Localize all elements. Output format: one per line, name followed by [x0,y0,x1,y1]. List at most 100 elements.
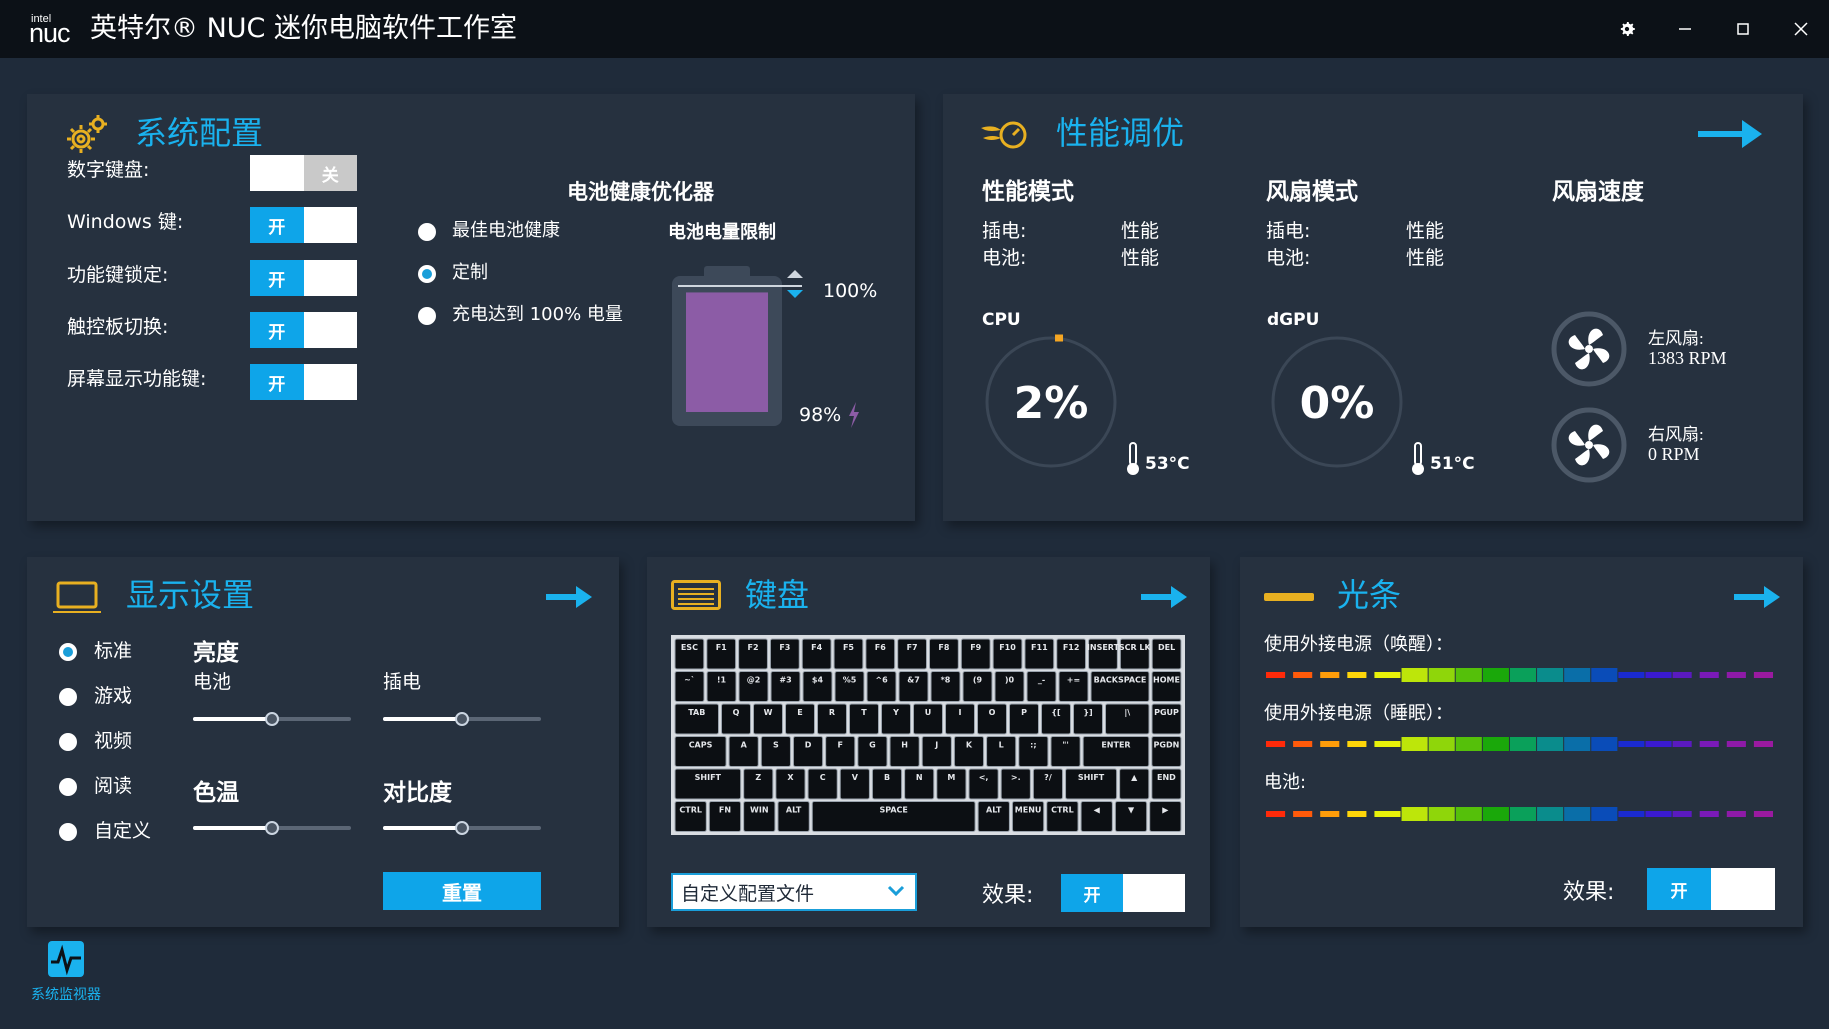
lightbar-segment[interactable] [1753,741,1773,747]
battery-limit-value: 100% [823,280,878,302]
minimize-button[interactable] [1670,14,1700,44]
key-label: += [1067,676,1080,685]
sys-row-toggle-3[interactable]: 开 [250,312,357,348]
maximize-button[interactable] [1728,14,1758,44]
slider-thumb[interactable] [455,712,469,726]
sys-row-toggle-4[interactable]: 开 [250,364,357,400]
close-button[interactable] [1786,14,1816,44]
profile-dropdown[interactable]: 自定义配置文件 [671,873,917,911]
sys-row-toggle-1[interactable]: 开 [250,207,357,243]
lightbar-segment[interactable] [1347,741,1367,747]
display-mode-radio-3[interactable] [59,778,77,796]
lightbar-segment[interactable] [1266,672,1286,678]
display-mode-radio-0[interactable] [59,643,77,661]
lightbar-segment[interactable] [1645,811,1672,817]
lightbar-segment[interactable] [1537,668,1564,682]
lightbar-segment[interactable] [1266,741,1286,747]
lightbar-segment[interactable] [1374,741,1401,747]
lightbar-segment[interactable] [1455,668,1482,682]
lightbar-segment[interactable] [1293,811,1313,817]
lightbar-segment[interactable] [1293,741,1313,747]
lightbar-segment[interactable] [1618,741,1645,747]
lightbar-effect-toggle[interactable]: 开 [1647,868,1775,910]
lightbar-segment[interactable] [1591,737,1618,751]
brightness-battery-slider[interactable] [193,712,351,726]
lightbar-segment[interactable] [1482,807,1509,821]
sys-row-toggle-2[interactable]: 开 [250,260,357,296]
slider-thumb[interactable] [455,821,469,835]
lightbar-segment[interactable] [1726,672,1746,678]
lightbar-segment[interactable] [1726,741,1746,747]
slider-thumb[interactable] [265,712,279,726]
lightbar-segment[interactable] [1753,672,1773,678]
lightbar-segment[interactable] [1401,807,1428,821]
lightbar-segment[interactable] [1509,807,1537,821]
lightbar-segment[interactable] [1645,741,1672,747]
lightbar-segment[interactable] [1482,737,1509,751]
lightbar-strip-sleep[interactable] [1264,737,1779,751]
key-label: :; [1030,741,1036,750]
lightbar-segment[interactable] [1320,672,1340,678]
lightbar-segment[interactable] [1482,668,1509,682]
battery-option-radio-1[interactable] [418,265,436,283]
lightbar-segment[interactable] [1618,811,1645,817]
lightbar-segment[interactable] [1699,741,1719,747]
display-mode-radio-4[interactable] [59,823,77,841]
battery-option-label-1: 定制 [452,262,488,283]
lightbar-segment[interactable] [1428,737,1455,751]
lightbar-segment[interactable] [1564,737,1591,751]
lightbar-segment[interactable] [1509,737,1537,751]
keyboard-effect-toggle[interactable]: 开 [1061,874,1185,912]
lightbar-strip-wake[interactable] [1264,668,1779,682]
lightbar-segment[interactable] [1537,807,1564,821]
lightbar-segment[interactable] [1374,811,1401,817]
lightbar-segment[interactable] [1699,811,1719,817]
display-mode-radio-1[interactable] [59,688,77,706]
lightbar-segment[interactable] [1320,741,1340,747]
battery-option-radio-2[interactable] [418,307,436,325]
lightbar-segment[interactable] [1401,668,1428,682]
system-monitor-button[interactable]: 系统监视器 [26,940,106,1004]
brightness-plugged-slider[interactable] [383,712,541,726]
lightbar-segment[interactable] [1726,811,1746,817]
lightbar-segment[interactable] [1347,672,1367,678]
lightbar-segment[interactable] [1428,807,1455,821]
lightbar-segment[interactable] [1564,807,1591,821]
lightbar-segment[interactable] [1672,672,1692,678]
reset-button[interactable]: 重置 [383,872,541,910]
display-mode-radio-2[interactable] [59,733,77,751]
lightbar-segment[interactable] [1645,672,1672,678]
lightbar-segment[interactable] [1753,811,1773,817]
sys-row-toggle-0[interactable]: 关 [250,155,357,191]
contrast-slider[interactable] [383,821,541,835]
keyboard-arrow-icon[interactable] [1141,583,1187,611]
lightbar-segment[interactable] [1428,668,1455,682]
lightbar-segment[interactable] [1293,672,1313,678]
key-label: F12 [1063,643,1080,652]
lightbar-segment[interactable] [1374,672,1401,678]
lightbar-segment[interactable] [1618,672,1645,678]
display-arrow-icon[interactable] [546,583,592,611]
lightbar-segment[interactable] [1455,807,1482,821]
lightbar-strip-battery[interactable] [1264,807,1779,821]
lightbar-segment[interactable] [1537,737,1564,751]
lightbar-segment[interactable] [1699,672,1719,678]
slider-thumb[interactable] [265,821,279,835]
lightbar-segment[interactable] [1266,811,1286,817]
lightbar-segment[interactable] [1320,811,1340,817]
lightbar-segment[interactable] [1347,811,1367,817]
lightbar-segment[interactable] [1401,737,1428,751]
battery-option-radio-0[interactable] [418,223,436,241]
lightbar-arrow-icon[interactable] [1734,583,1780,611]
lightbar-segment[interactable] [1672,741,1692,747]
lightbar-segment[interactable] [1591,668,1618,682]
performance-arrow-icon[interactable] [1698,114,1762,154]
lightbar-segment[interactable] [1455,737,1482,751]
color-temp-slider[interactable] [193,821,351,835]
lightbar-segment[interactable] [1591,807,1618,821]
settings-button[interactable] [1612,14,1642,44]
lightbar-segment[interactable] [1509,668,1537,682]
lightbar-segment[interactable] [1672,811,1692,817]
perf-mode-heading: 性能模式 [982,179,1074,205]
lightbar-segment[interactable] [1564,668,1591,682]
